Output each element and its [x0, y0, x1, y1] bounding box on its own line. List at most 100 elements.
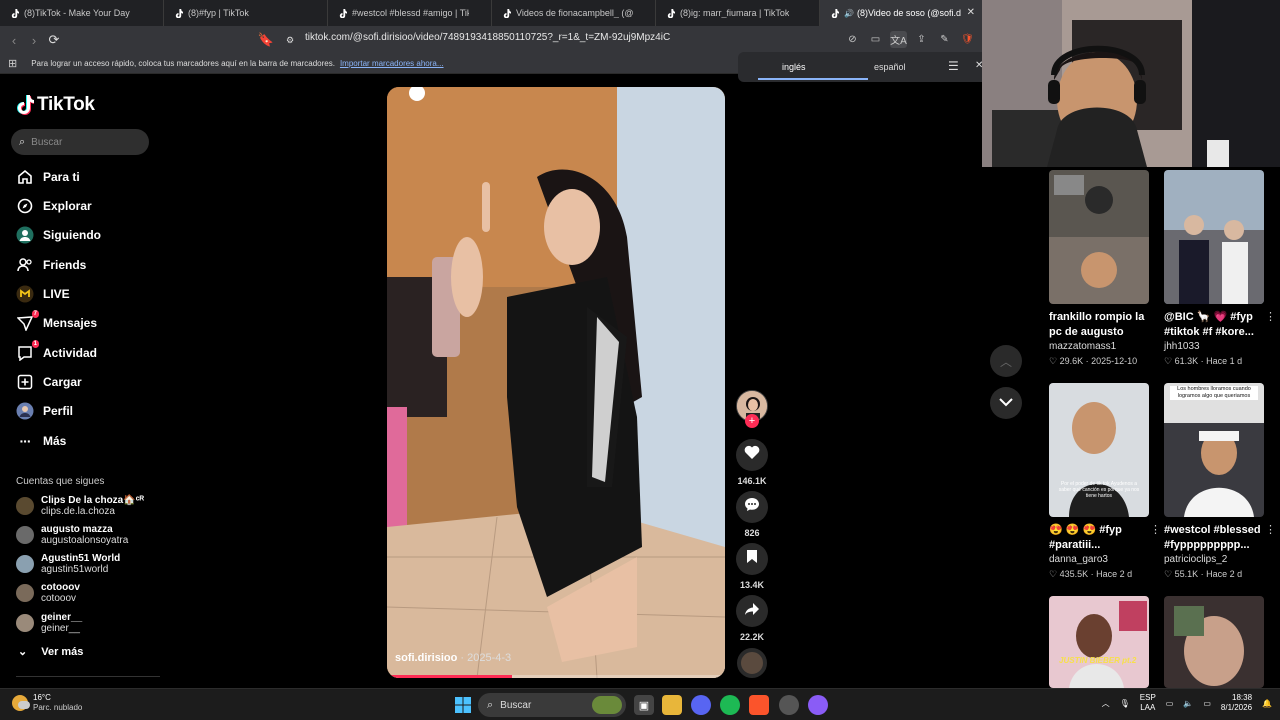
following-account[interactable]: geiner__ geiner__: [16, 611, 82, 635]
activity-badge: 1: [31, 340, 39, 348]
browser-tab-active[interactable]: 🔊(8)Video de soso (@sofi.dirisio✕: [820, 0, 984, 26]
brave-shield-icon[interactable]: 🛡: [959, 31, 976, 48]
close-tab-icon[interactable]: ✕: [967, 7, 975, 18]
language-indicator[interactable]: ESP LAA: [1140, 693, 1156, 713]
menu-item-cargar[interactable]: Cargar: [16, 372, 82, 392]
video-thumbnail[interactable]: Por el poder de tik tok Ayudenos a saber…: [1049, 383, 1149, 517]
menu-item-actividad[interactable]: 1 Actividad: [16, 340, 97, 363]
import-bookmarks-link[interactable]: Importar marcadores ahora...: [340, 59, 444, 68]
menu-item-friends[interactable]: Friends: [16, 255, 86, 275]
obs-icon[interactable]: [779, 695, 799, 715]
following-account[interactable]: augusto mazza augustoalonsoyatra: [16, 523, 128, 547]
video-thumbnail[interactable]: [1049, 170, 1149, 304]
follow-plus-button[interactable]: +: [745, 414, 759, 428]
music-disc[interactable]: [737, 648, 767, 678]
site-info-icon[interactable]: ⚙: [280, 30, 300, 50]
comment-button[interactable]: [736, 491, 768, 523]
menu-item-para-ti[interactable]: Para ti: [16, 167, 80, 187]
browser-tab[interactable]: (8)TikTok - Make Your Day: [0, 0, 164, 26]
taskbar-search[interactable]: ⌕ Buscar: [478, 693, 626, 717]
back-icon[interactable]: ‹: [4, 30, 24, 50]
notifications-icon[interactable]: 🔔: [1262, 699, 1272, 708]
tiktok-logo[interactable]: TikTok: [16, 94, 95, 116]
spotify-icon[interactable]: [720, 695, 740, 715]
save-button[interactable]: [736, 543, 768, 575]
task-view-icon[interactable]: ▣: [634, 695, 654, 715]
more-options-icon[interactable]: ⋮: [1265, 523, 1276, 536]
bookmark-icon[interactable]: 🔖: [256, 30, 276, 50]
address-bar: ‹ › ⟳ 🔖 ⚙ tiktok.com/@sofi.dirisioo/vide…: [0, 26, 984, 54]
video-thumbnail[interactable]: [1164, 170, 1264, 304]
share-button[interactable]: [736, 595, 768, 627]
video-card[interactable]: JUSTIN BIEBER pt.2: [1049, 596, 1149, 688]
bookmark-icon: [746, 549, 758, 569]
speaker-icon[interactable]: 🔊: [844, 9, 854, 18]
windows-start-icon[interactable]: [455, 697, 471, 713]
file-explorer-icon[interactable]: [662, 695, 682, 715]
apps-grid-icon[interactable]: ⊞: [8, 57, 17, 70]
lang-to-tab[interactable]: español: [874, 62, 906, 72]
browser-tab[interactable]: (8)#fyp | TikTok: [164, 0, 328, 26]
chevron-up-icon[interactable]: ︿: [1102, 698, 1110, 709]
menu-item-mensajes[interactable]: 7 Mensajes: [16, 310, 97, 333]
card-stats: ♡ 435.5K · Hace 2 d: [1049, 569, 1133, 579]
video-card[interactable]: frankillo rompio la pc de augusto mazzat…: [1049, 170, 1149, 367]
brave-icon[interactable]: [749, 695, 769, 715]
following-account[interactable]: cotooov cotooov: [16, 581, 80, 605]
save-count: 13.4K: [739, 580, 765, 590]
microphone-icon[interactable]: 🎙: [1120, 699, 1130, 708]
reload-icon[interactable]: ⟳: [44, 30, 64, 50]
video-card[interactable]: Por el poder de tik tok Ayudenos a saber…: [1049, 383, 1161, 580]
forward-icon[interactable]: ›: [24, 30, 44, 50]
menu-item-explorar[interactable]: Explorar: [16, 196, 92, 216]
following-account[interactable]: Clips De la choza🏠ᶜᴿ clips.de.la.choza: [16, 494, 144, 518]
see-more-button[interactable]: ⌄ Ver más: [18, 645, 83, 659]
weather-widget[interactable]: 16°C Parc. nublado: [12, 693, 82, 713]
share-count: 22.2K: [739, 632, 765, 642]
windows-taskbar: 16°C Parc. nublado ⌕ Buscar ▣ ︿ 🎙 ESP LAA …: [0, 688, 1280, 720]
network-icon[interactable]: ▭: [1166, 699, 1174, 708]
more-options-icon[interactable]: ⋮: [1265, 310, 1276, 323]
browser-tab[interactable]: (8)ig: marr_fiumara | TikTok: [656, 0, 820, 26]
previous-video-button[interactable]: ︿: [990, 345, 1022, 377]
battery-icon[interactable]: ▭: [1203, 699, 1211, 708]
video-card[interactable]: @BIC 🦙 💗 #fyp #tiktok #f #kore... jhh103…: [1164, 170, 1276, 367]
video-player[interactable]: sofi.dirisioo · 2025-4-3: [387, 87, 725, 678]
share-icon[interactable]: ⇪: [913, 31, 930, 48]
heart-outline-icon: ♡: [1049, 569, 1058, 579]
upload-icon: [16, 373, 34, 391]
translate-icon[interactable]: 文A: [890, 31, 907, 48]
video-card[interactable]: [1164, 596, 1264, 688]
menu-item-siguiendo[interactable]: Siguiendo: [16, 225, 101, 245]
search-input[interactable]: ⌕ Buscar: [11, 129, 149, 155]
video-thumbnail[interactable]: [1164, 596, 1264, 688]
cast-icon[interactable]: ▭: [867, 31, 884, 48]
video-author[interactable]: sofi.dirisioo · 2025-4-3: [395, 652, 511, 664]
webcam-overlay: [982, 0, 1280, 167]
more-options-icon[interactable]: ⋮: [1150, 523, 1161, 536]
browser-tab[interactable]: Videos de fionacampbell_ (@fionaac: [492, 0, 656, 26]
video-thumbnail[interactable]: JUSTIN BIEBER pt.2: [1049, 596, 1149, 688]
menu-icon[interactable]: ☰: [948, 59, 959, 73]
next-video-button[interactable]: [990, 387, 1022, 419]
following-title: Cuentas que sigues: [16, 476, 105, 487]
no-tracking-icon[interactable]: ⊘: [844, 31, 861, 48]
discord-icon[interactable]: [691, 695, 711, 715]
app-icon[interactable]: [808, 695, 828, 715]
menu-item-perfil[interactable]: Perfil: [16, 401, 73, 421]
edit-icon[interactable]: ✎: [936, 31, 953, 48]
avatar: [16, 555, 34, 573]
volume-icon[interactable]: 🔈: [1183, 699, 1193, 708]
like-button[interactable]: [736, 439, 768, 471]
menu-item-mas[interactable]: ··· Más: [16, 431, 67, 451]
lang-from-tab[interactable]: inglés: [782, 62, 806, 72]
browser-tab[interactable]: #westcol #blessd #amigo | TikTok: [328, 0, 492, 26]
video-thumbnail[interactable]: Los hombres lloramos cuando logramos alg…: [1164, 383, 1264, 517]
following-account[interactable]: Agustin51 World agustin51world: [16, 552, 120, 576]
url-field[interactable]: tiktok.com/@sofi.dirisioo/video/74891934…: [305, 32, 670, 43]
menu-item-live[interactable]: LIVE: [16, 284, 70, 304]
clock[interactable]: 18:38 8/1/2026: [1221, 693, 1252, 713]
video-card[interactable]: Los hombres lloramos cuando logramos alg…: [1164, 383, 1276, 580]
video-progress[interactable]: [387, 675, 725, 678]
thumbnail-caption: Por el poder de tik tok Ayudenos a saber…: [1058, 481, 1140, 499]
